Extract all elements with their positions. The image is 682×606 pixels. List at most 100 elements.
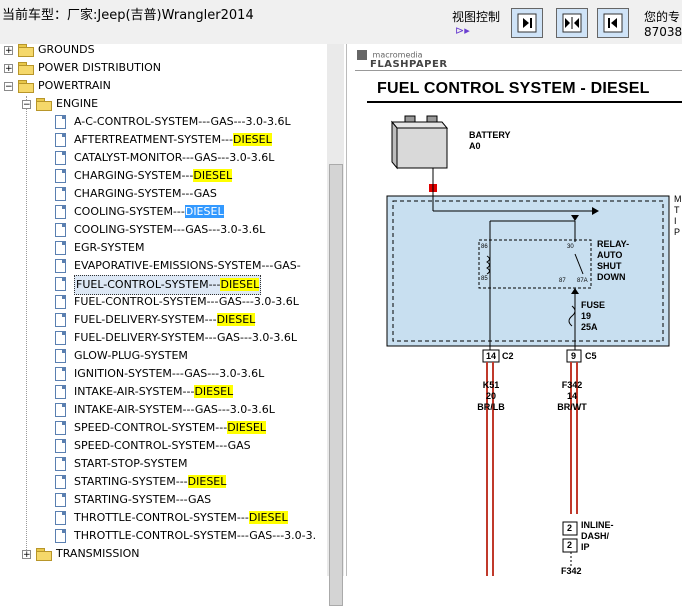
document-icon: [55, 133, 66, 147]
fuse-label: FUSE 19 25A: [581, 300, 605, 333]
document-icon: [55, 367, 66, 381]
tree-doc-row[interactable]: GLOW-PLUG-SYSTEM: [0, 347, 327, 365]
document-icon: [55, 277, 66, 291]
tree-doc-row[interactable]: FUEL-DELIVERY-SYSTEM---GAS---3.0-3.6L: [0, 329, 327, 347]
pin-85: 85: [481, 276, 488, 282]
wire-k51-line1: K51: [482, 380, 500, 390]
split-view-button[interactable]: [556, 8, 588, 38]
tree-item-text: FUEL-CONTROL-SYSTEM---GAS---3.0-3.6L: [74, 295, 299, 308]
tree-doc-row[interactable]: CHARGING-SYSTEM---GAS: [0, 185, 327, 203]
tree-doc-row[interactable]: COOLING-SYSTEM---GAS---3.0-3.6L: [0, 221, 327, 239]
battery-label-line1: BATTERY: [469, 130, 511, 140]
tree-doc-row[interactable]: START-STOP-SYSTEM: [0, 455, 327, 473]
tree-doc-row[interactable]: EVAPORATIVE-EMISSIONS-SYSTEM---GAS-: [0, 257, 327, 275]
tree-doc-row[interactable]: COOLING-SYSTEM---DIESEL: [0, 203, 327, 221]
tree-item-label: COOLING-SYSTEM---GAS---3.0-3.6L: [74, 221, 265, 239]
tree-item-text: STARTING-SYSTEM---GAS: [74, 493, 212, 506]
inline-label-line3: IP: [581, 542, 590, 552]
tree-doc-row[interactable]: STARTING-SYSTEM---GAS: [0, 491, 327, 509]
folder-icon: [18, 62, 34, 75]
tree-item-label: STARTING-SYSTEM---GAS: [74, 491, 211, 509]
expand-icon[interactable]: +: [4, 46, 13, 56]
tree-item-label: IGNITION-SYSTEM---GAS---3.0-3.6L: [74, 365, 264, 383]
collapse-icon[interactable]: −: [22, 100, 31, 110]
expand-left-button[interactable]: [597, 8, 629, 38]
tree-item-label: GROUNDS: [38, 44, 95, 59]
tree-folder-row[interactable]: − POWERTRAIN: [0, 77, 327, 95]
tree-doc-row[interactable]: SPEED-CONTROL-SYSTEM---GAS: [0, 437, 327, 455]
tree-doc-row[interactable]: SPEED-CONTROL-SYSTEM---DIESEL: [0, 419, 327, 437]
tree-doc-row[interactable]: FUEL-DELIVERY-SYSTEM---DIESEL: [0, 311, 327, 329]
wire-f342-line1: F342: [561, 380, 583, 390]
tree-folder-row[interactable]: + POWER DISTRIBUTION: [0, 59, 327, 77]
tree-doc-row[interactable]: IGNITION-SYSTEM---GAS---3.0-3.6L: [0, 365, 327, 383]
tree-item-label: FUEL-DELIVERY-SYSTEM---GAS---3.0-3.6L: [74, 329, 297, 347]
expand-icon[interactable]: +: [22, 550, 31, 560]
tree-item-label: INTAKE-AIR-SYSTEM---DIESEL: [74, 383, 234, 401]
tree-item-text: COOLING-SYSTEM---: [74, 205, 185, 218]
bottom-wire-label: F342: [561, 566, 582, 576]
wire-k51-label: K51 20 BR/LB: [474, 380, 508, 413]
tree-item-text: CHARGING-SYSTEM---GAS: [74, 187, 217, 200]
tree-item-text: POWERTRAIN: [38, 79, 111, 92]
document-icon: [55, 475, 66, 489]
edge-text-3: I: [674, 216, 677, 226]
tree-item-label: AFTERTREATMENT-SYSTEM---DIESEL: [74, 131, 272, 149]
document-icon: [55, 385, 66, 399]
document-icon: [55, 313, 66, 327]
tree-doc-row[interactable]: THROTTLE-CONTROL-SYSTEM---GAS---3.0-3.: [0, 527, 327, 545]
tree-item-text: A-C-CONTROL-SYSTEM---GAS---3.0-3.6L: [74, 115, 291, 128]
tree-doc-row[interactable]: FUEL-CONTROL-SYSTEM---GAS---3.0-3.6L: [0, 293, 327, 311]
tree-item-text: THROTTLE-CONTROL-SYSTEM---: [74, 511, 249, 524]
document-icon: [55, 241, 66, 255]
document-icon: [55, 331, 66, 345]
tree-doc-row[interactable]: INTAKE-AIR-SYSTEM---GAS---3.0-3.6L: [0, 401, 327, 419]
wire-k51-line2: 20: [485, 391, 496, 401]
search-highlight: DIESEL: [248, 511, 288, 524]
tree-folder-row[interactable]: + GROUNDS: [0, 44, 327, 59]
tree-doc-row[interactable]: EGR-SYSTEM: [0, 239, 327, 257]
document-icon: [55, 403, 66, 417]
vehicle-title: 当前车型：厂家:Jeep(吉普)Wrangler2014: [2, 8, 254, 23]
tree-item-text: SPEED-CONTROL-SYSTEM---: [74, 421, 228, 434]
tree-doc-row[interactable]: THROTTLE-CONTROL-SYSTEM---DIESEL: [0, 509, 327, 527]
folder-icon: [36, 548, 52, 561]
tree-doc-row[interactable]: INTAKE-AIR-SYSTEM---DIESEL: [0, 383, 327, 401]
tree-doc-row[interactable]: CATALYST-MONITOR---GAS---3.0-3.6L: [0, 149, 327, 167]
tree-doc-row[interactable]: A-C-CONTROL-SYSTEM---GAS---3.0-3.6L: [0, 113, 327, 131]
tree-item-label: INTAKE-AIR-SYSTEM---GAS---3.0-3.6L: [74, 401, 275, 419]
tree-folder-row[interactable]: + TRANSMISSION: [0, 545, 327, 563]
tree-item-text: EVAPORATIVE-EMISSIONS-SYSTEM---GAS-: [74, 259, 301, 272]
tree-doc-row[interactable]: STARTING-SYSTEM---DIESEL: [0, 473, 327, 491]
tree-item-label: POWER DISTRIBUTION: [38, 59, 161, 77]
expand-icon[interactable]: +: [4, 64, 13, 74]
relay-label-line4: DOWN: [597, 272, 626, 282]
tree-item-label: POWERTRAIN: [38, 77, 111, 95]
split-view-icon: [562, 13, 582, 33]
battery-icon: [390, 115, 449, 192]
tree-item-label: GLOW-PLUG-SYSTEM: [74, 347, 188, 365]
top-bar: 当前车型：厂家:Jeep(吉普)Wrangler2014 视图控制 ⊳▸ 您的专…: [0, 0, 682, 44]
tree-item-text: STARTING-SYSTEM---: [74, 475, 188, 488]
tree-folder-row[interactable]: − ENGINE: [0, 95, 327, 113]
tree-scrollbar[interactable]: [327, 44, 344, 606]
tree-scrollbar-thumb[interactable]: [329, 164, 343, 606]
fuse-label-line3: 25A: [581, 322, 598, 332]
tree-doc-row[interactable]: AFTERTREATMENT-SYSTEM---DIESEL: [0, 131, 327, 149]
edge-text-4: P: [674, 227, 681, 237]
expand-right-button[interactable]: [511, 8, 543, 38]
search-highlight: DIESEL: [216, 313, 256, 326]
user-info-line1: 您的专: [644, 10, 681, 24]
relay-label-line1: RELAY-: [597, 239, 630, 249]
tree-item-text: FUEL-DELIVERY-SYSTEM---: [74, 313, 217, 326]
user-info-line2: 870382: [644, 25, 682, 39]
tree-doc-row[interactable]: FUEL-CONTROL-SYSTEM---DIESEL: [0, 275, 327, 295]
connector-c2-pin: 14: [486, 351, 497, 361]
connector-c5-pin: 9: [571, 351, 577, 361]
collapse-icon[interactable]: −: [4, 82, 13, 92]
tree-item-text: INTAKE-AIR-SYSTEM---GAS---3.0-3.6L: [74, 403, 275, 416]
document-icon: [55, 151, 66, 165]
panel-right-icon: [517, 13, 537, 33]
tree-doc-row[interactable]: CHARGING-SYSTEM---DIESEL: [0, 167, 327, 185]
tree-item-label: THROTTLE-CONTROL-SYSTEM---GAS---3.0-3.: [74, 527, 316, 545]
